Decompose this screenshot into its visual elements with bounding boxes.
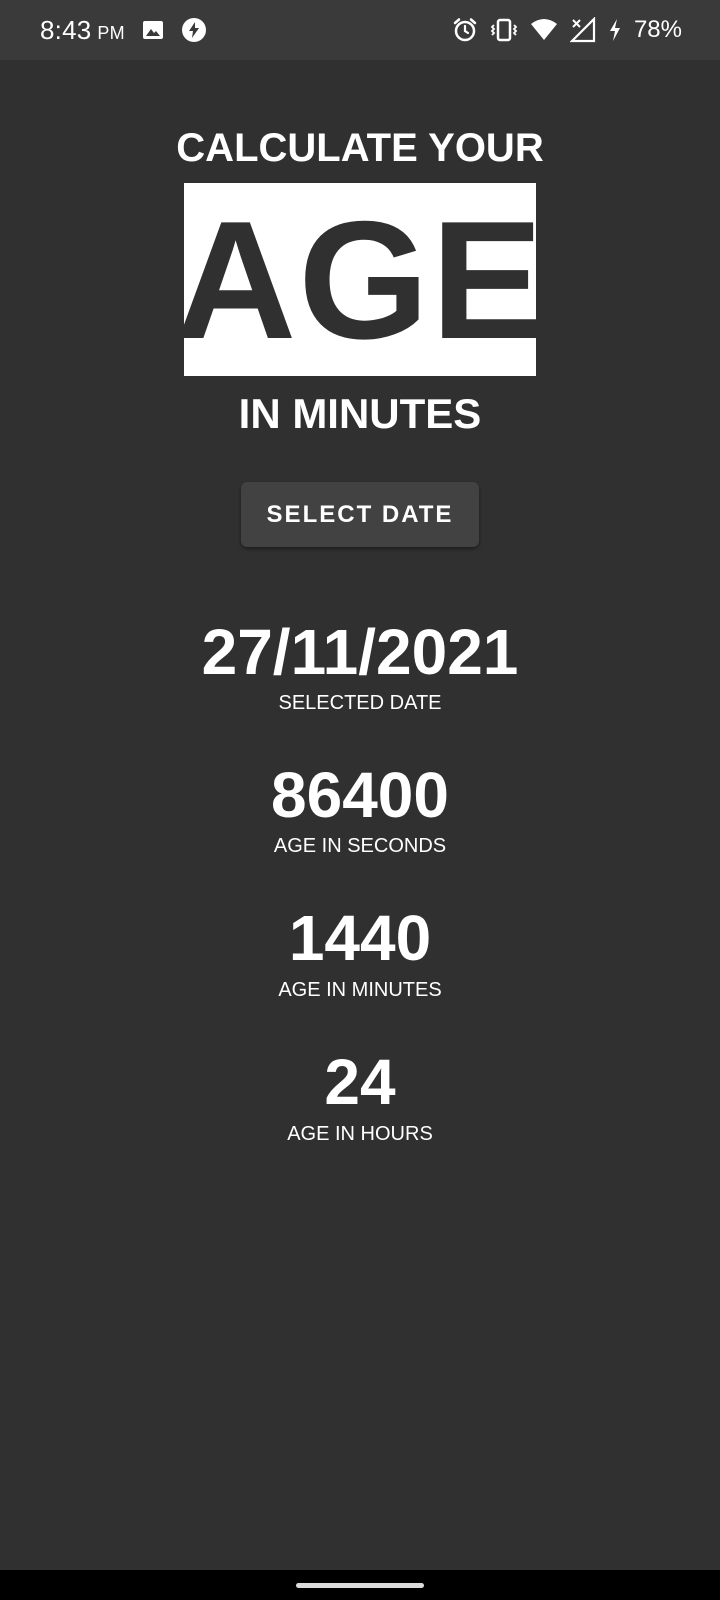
age-in-seconds-label: AGE IN SECONDS — [273, 835, 447, 857]
age-in-seconds-value: 86400 — [271, 759, 449, 831]
title-calculate-your: CALCULATE YOUR — [176, 126, 544, 170]
bolt-circle-icon — [181, 17, 207, 43]
status-time: 8:43 PM — [40, 15, 125, 46]
age-in-hours-label: AGE IN HOURS — [287, 1123, 433, 1145]
no-signal-icon — [569, 17, 596, 43]
age-highlight-text: AGE — [174, 185, 546, 374]
image-icon — [141, 18, 165, 42]
navigation-bar — [0, 1570, 720, 1600]
charging-icon — [608, 18, 622, 42]
alarm-icon — [452, 17, 478, 43]
select-date-button[interactable]: SELECT DATE — [241, 482, 479, 547]
age-in-hours-value: 24 — [324, 1046, 396, 1118]
status-time-value: 8:43 — [40, 14, 92, 45]
status-time-ampm: PM — [97, 22, 125, 43]
age-in-minutes-label: AGE IN MINUTES — [278, 979, 442, 1001]
age-highlight-box: AGE — [175, 183, 543, 376]
vibrate-icon — [490, 17, 518, 43]
selected-date-value: 27/11/2021 — [201, 616, 519, 688]
battery-percentage: 78% — [633, 16, 682, 43]
status-right: 78% — [452, 0, 682, 60]
age-in-minutes-value: 1440 — [288, 902, 432, 974]
wifi-icon — [530, 18, 558, 42]
home-gesture-handle[interactable] — [296, 1583, 424, 1588]
selected-date-label: SELECTED DATE — [278, 692, 442, 714]
status-left: 8:43 PM — [40, 0, 207, 60]
title-in-minutes: IN MINUTES — [238, 390, 482, 437]
status-bar: 8:43 PM 78% — [0, 0, 720, 60]
